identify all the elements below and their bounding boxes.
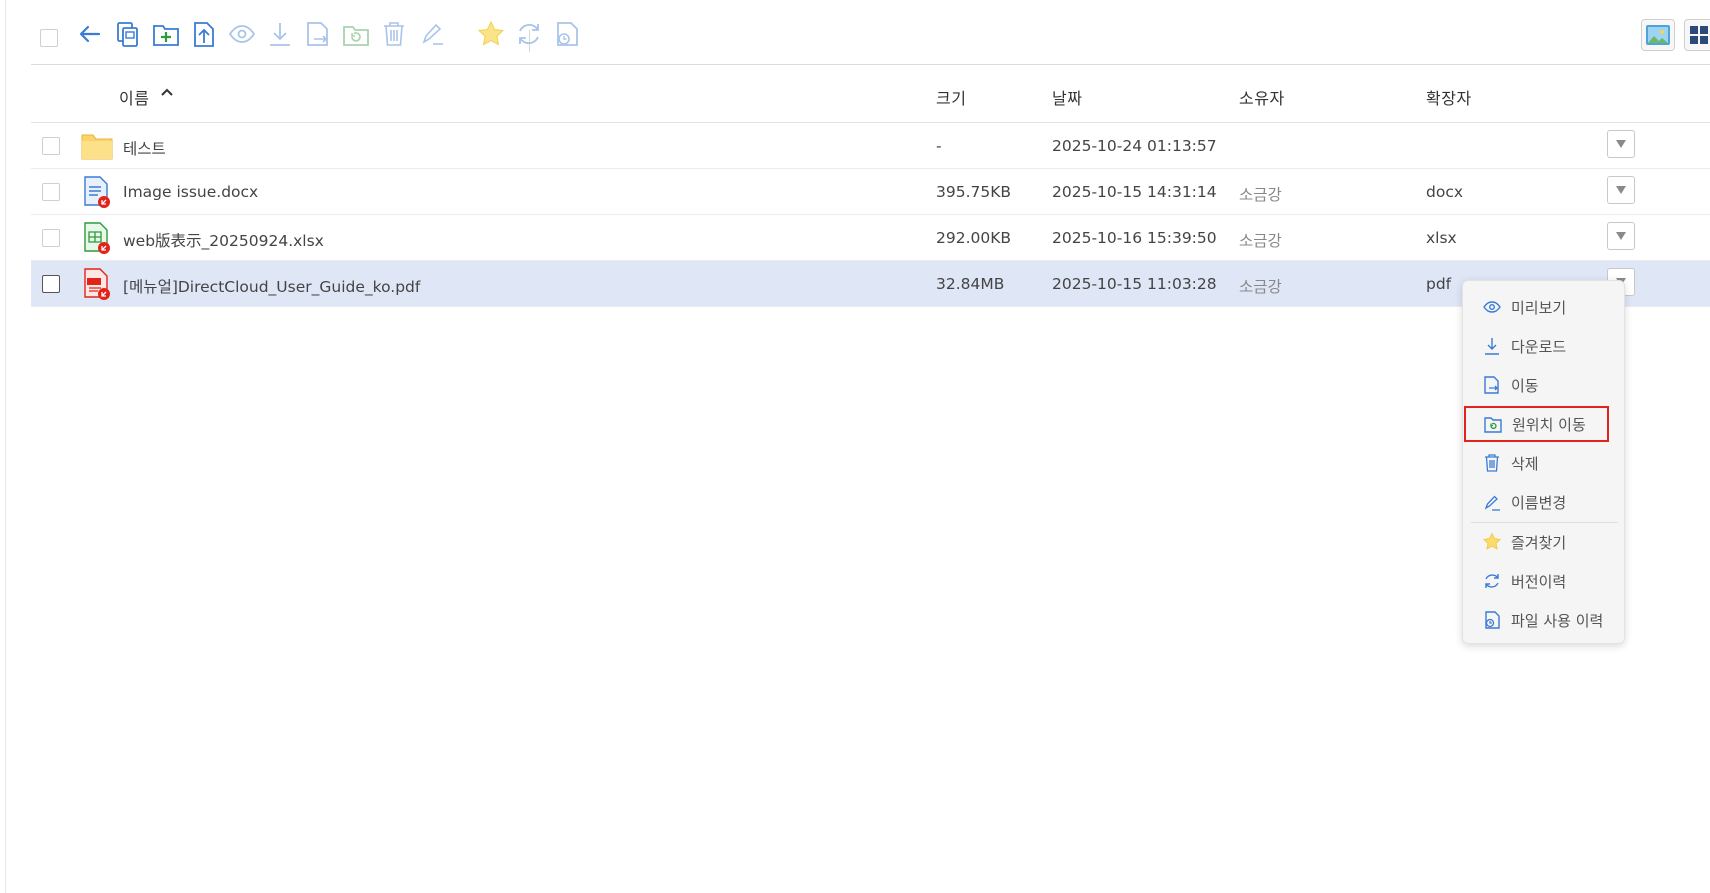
download-icon[interactable]: [265, 19, 295, 49]
copy-icon[interactable]: [113, 19, 143, 49]
menu-item-label: 버전이력: [1511, 572, 1567, 591]
menu-item-label: 즐겨찾기: [1511, 533, 1567, 552]
menu-separator: [1471, 522, 1618, 523]
file-date: 2025-10-15 11:03:28: [1052, 275, 1217, 293]
file-date: 2025-10-15 14:31:14: [1052, 183, 1217, 201]
select-all-checkbox[interactable]: [40, 29, 58, 47]
usage-history-icon[interactable]: [552, 19, 582, 49]
preview-icon: [1481, 296, 1503, 318]
table-row[interactable]: web版表示_20250924.xlsx 292.00KB 2025-10-16…: [31, 215, 1710, 261]
caret-down-icon: [1616, 232, 1626, 240]
favorite-icon: [1481, 531, 1503, 553]
row-checkbox[interactable]: [42, 183, 60, 201]
xlsx-file-icon: [84, 222, 110, 254]
file-name[interactable]: Image issue.docx: [123, 183, 258, 201]
menu-item-download[interactable]: 다운로드: [1463, 328, 1624, 364]
grid-view-icon: [1690, 26, 1708, 44]
thumbnail-view-button[interactable]: [1641, 19, 1675, 51]
left-border: [5, 0, 6, 893]
move-icon: [1481, 374, 1503, 396]
rename-icon[interactable]: [417, 19, 447, 49]
docx-file-icon: [84, 176, 110, 208]
menu-item-label: 이동: [1511, 376, 1539, 395]
delete-icon: [1481, 452, 1503, 474]
menu-item-delete[interactable]: 삭제: [1463, 445, 1624, 481]
menu-item-favorite[interactable]: 즐겨찾기: [1463, 524, 1624, 560]
menu-item-move[interactable]: 이동: [1463, 367, 1624, 403]
menu-item-label: 이름변경: [1511, 493, 1567, 512]
row-menu-button[interactable]: [1607, 222, 1635, 250]
file-name[interactable]: 테스트: [123, 137, 166, 159]
menu-item-label: 미리보기: [1511, 298, 1567, 317]
file-extension: docx: [1426, 183, 1464, 201]
menu-item-label: 삭제: [1511, 454, 1539, 473]
row-checkbox[interactable]: [42, 137, 60, 155]
grid-view-button[interactable]: [1684, 19, 1710, 51]
file-date: 2025-10-24 01:13:57: [1052, 137, 1217, 155]
menu-item-version-history[interactable]: 버전이력: [1463, 563, 1624, 599]
header-date[interactable]: 날짜: [1052, 85, 1082, 109]
file-size: -: [936, 137, 942, 155]
header-extension[interactable]: 확장자: [1426, 85, 1472, 109]
usage-history-icon: [1481, 609, 1503, 631]
file-size: 292.00KB: [936, 229, 1012, 247]
file-owner: 소금강: [1239, 186, 1282, 204]
file-name[interactable]: [메뉴얼]DirectCloud_User_Guide_ko.pdf: [123, 275, 420, 297]
row-checkbox[interactable]: [42, 229, 60, 247]
row-menu-button[interactable]: [1607, 176, 1635, 204]
file-owner: 소금강: [1239, 232, 1282, 250]
version-history-icon: [1481, 570, 1503, 592]
menu-item-rename[interactable]: 이름변경: [1463, 484, 1624, 520]
sort-ascending-icon[interactable]: [159, 84, 175, 100]
restore-icon[interactable]: [341, 19, 371, 49]
back-icon[interactable]: [75, 19, 105, 49]
menu-item-preview[interactable]: 미리보기: [1463, 289, 1624, 325]
file-extension: pdf: [1426, 275, 1452, 293]
table-header: 이름 크기 날짜 소유자 확장자: [31, 65, 1710, 123]
delete-icon[interactable]: [379, 19, 409, 49]
upload-icon[interactable]: [189, 19, 219, 49]
file-name[interactable]: web版表示_20250924.xlsx: [123, 229, 324, 251]
version-history-icon[interactable]: [514, 19, 544, 49]
caret-down-icon: [1616, 140, 1626, 148]
move-icon[interactable]: [303, 19, 333, 49]
file-extension: xlsx: [1426, 229, 1457, 247]
menu-item-label: 다운로드: [1511, 337, 1567, 356]
file-size: 395.75KB: [936, 183, 1012, 201]
file-date: 2025-10-16 15:39:50: [1052, 229, 1217, 247]
preview-icon[interactable]: [227, 19, 257, 49]
new-folder-icon[interactable]: [151, 19, 181, 49]
thumbnail-view-icon: [1646, 25, 1670, 45]
header-name[interactable]: 이름: [119, 85, 149, 109]
file-size: 32.84MB: [936, 275, 1005, 293]
restore-icon: [1482, 413, 1504, 435]
header-size[interactable]: 크기: [936, 85, 966, 109]
pdf-file-icon: [84, 268, 110, 300]
caret-down-icon: [1616, 186, 1626, 194]
file-owner: 소금강: [1239, 278, 1282, 296]
table-row[interactable]: 테스트 - 2025-10-24 01:13:57: [31, 123, 1710, 169]
table-row[interactable]: Image issue.docx 395.75KB 2025-10-15 14:…: [31, 169, 1710, 215]
menu-item-label: 파일 사용 이력: [1511, 611, 1604, 630]
row-checkbox[interactable]: [42, 275, 60, 293]
context-menu: 미리보기 다운로드 이동 원위치 이동 삭제 이름변경 즐겨찾기 버전이력 파일…: [1462, 280, 1625, 644]
download-icon: [1481, 335, 1503, 357]
menu-item-label: 원위치 이동: [1512, 415, 1586, 434]
table-row-selected[interactable]: [메뉴얼]DirectCloud_User_Guide_ko.pdf 32.84…: [31, 261, 1710, 307]
rename-icon: [1481, 491, 1503, 513]
toolbar: [31, 0, 1710, 65]
menu-item-restore[interactable]: 원위치 이동: [1464, 406, 1609, 442]
row-menu-button[interactable]: [1607, 130, 1635, 158]
folder-icon: [81, 134, 113, 160]
menu-item-usage-history[interactable]: 파일 사용 이력: [1463, 602, 1624, 638]
favorite-icon[interactable]: [476, 19, 506, 49]
header-owner[interactable]: 소유자: [1239, 85, 1285, 109]
